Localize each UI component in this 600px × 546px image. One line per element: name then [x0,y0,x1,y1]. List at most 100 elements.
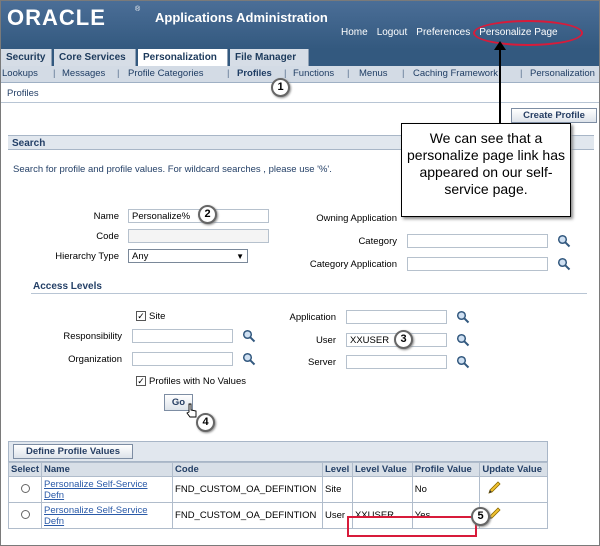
column-header-code: Code [172,462,323,477]
application-input[interactable] [346,310,447,324]
table-row: Personalize Self-Service Defn FND_CUSTOM… [8,476,548,503]
category-label: Category [358,236,397,247]
breadcrumb: Profiles [7,88,39,99]
code-input[interactable] [128,229,269,243]
organization-input[interactable] [132,352,233,366]
callout-box: We can see that a personalize page link … [401,123,571,217]
profile-name-link[interactable]: Personalize Self-Service Defn [44,505,148,527]
server-input[interactable] [346,355,447,369]
step-badge-5: 5 [471,507,490,526]
access-levels-divider [31,293,587,294]
category-application-label: Category Application [309,259,397,270]
subtab-separator: | [117,68,120,79]
code-label: Code [96,231,119,242]
tab-security[interactable]: Security [1,49,52,66]
server-search-icon[interactable] [456,355,470,369]
column-header-profile-value: Profile Value [411,462,481,477]
access-levels-title: Access Levels [33,281,102,292]
table-header-row: Select Name Code Level Level Value Profi… [8,462,548,477]
app-title: Applications Administration [155,10,328,25]
organization-search-icon[interactable] [242,352,256,366]
column-header-level: Level [321,462,353,477]
tab-file-manager[interactable]: File Manager [230,49,309,66]
row-name-cell: Personalize Self-Service Defn [40,502,174,529]
screenshot-frame: ORACLE ® Applications Administration Hom… [0,0,600,546]
application-search-icon[interactable] [456,310,470,324]
tab-personalization[interactable]: Personalization [138,49,228,66]
category-application-input[interactable] [407,257,548,271]
site-checkbox[interactable]: ✓ [136,311,146,321]
owning-application-label: Owning Application [316,213,397,224]
column-header-level-value: Level Value [351,462,413,477]
responsibility-input[interactable] [132,329,233,343]
result-highlight-box [347,516,477,537]
row-level-cell: Site [321,476,353,503]
app-header: ORACLE ® Applications Administration Hom… [1,1,599,49]
oracle-logo: ORACLE [7,5,106,30]
subtab-separator: | [520,68,523,79]
hand-cursor-icon [186,403,197,418]
row-select-cell [8,476,42,503]
step-badge-2: 2 [198,205,217,224]
no-values-checkbox[interactable]: ✓ [136,376,146,386]
tab-core-services[interactable]: Core Services [54,49,136,66]
step-badge-1: 1 [271,78,290,97]
subtab-functions[interactable]: Functions [293,68,334,79]
row-code-cell: FND_CUSTOM_OA_DEFINTION [172,476,323,503]
pencil-icon[interactable] [486,480,502,496]
server-label: Server [308,357,336,368]
subtab-separator: | [347,68,350,79]
row-level-value-cell [351,476,413,503]
row-name-cell: Personalize Self-Service Defn [40,476,174,503]
category-input[interactable] [407,234,548,248]
column-header-select: Select [8,462,42,477]
column-header-update-value: Update Value [479,462,548,477]
home-link[interactable]: Home [341,27,368,38]
callout-arrow-line [499,45,501,123]
main-tabs: Security Core Services Personalization F… [1,49,599,66]
row-select-radio[interactable] [20,509,30,519]
row-select-cell [8,502,42,529]
user-search-icon[interactable] [456,333,470,347]
hierarchy-type-label: Hierarchy Type [55,251,119,262]
subtab-lookups[interactable]: Lookups [2,68,38,79]
no-values-label: Profiles with No Values [149,376,246,387]
registered-mark: ® [135,6,141,13]
subtab-separator: | [284,68,287,79]
application-label: Application [289,312,336,323]
responsibility-label: Responsibility [63,331,122,342]
row-code-cell: FND_CUSTOM_OA_DEFINTION [172,502,323,529]
user-label: User [315,335,336,346]
responsibility-search-icon[interactable] [242,329,256,343]
subtab-messages[interactable]: Messages [62,68,105,79]
name-label: Name [93,211,119,222]
preferences-link[interactable]: Preferences [416,27,470,38]
hierarchy-type-value: Any [132,251,149,262]
subtab-profiles[interactable]: Profiles [237,68,272,79]
define-profile-values-button[interactable]: Define Profile Values [13,444,133,459]
subtab-separator: | [53,68,56,79]
organization-label: Organization [68,354,122,365]
step-badge-3: 3 [394,330,413,349]
row-update-cell [479,476,548,503]
profile-name-link[interactable]: Personalize Self-Service Defn [44,479,148,501]
subtab-separator: | [402,68,405,79]
site-label: Site [149,311,166,322]
subtab-menus[interactable]: Menus [359,68,388,79]
category-search-icon[interactable] [557,234,571,248]
callout-arrow-head [494,41,506,50]
category-application-search-icon[interactable] [557,257,571,271]
personalize-highlight [473,20,583,46]
sub-tabs: Lookups | Messages | Profile Categories … [1,66,599,83]
breadcrumb-divider [1,102,599,103]
subtab-caching-framework[interactable]: Caching Framework [413,68,498,79]
subtab-personalization[interactable]: Personalization [530,68,595,79]
step-badge-4: 4 [196,413,215,432]
search-hint: Search for profile and profile values. F… [13,164,332,175]
subtab-profile-categories[interactable]: Profile Categories [128,68,204,79]
logout-link[interactable]: Logout [377,27,408,38]
hierarchy-type-select[interactable]: Any ▼ [128,249,248,263]
chevron-down-icon: ▼ [236,252,244,261]
row-select-radio[interactable] [20,483,30,493]
create-profile-button[interactable]: Create Profile [511,108,597,123]
